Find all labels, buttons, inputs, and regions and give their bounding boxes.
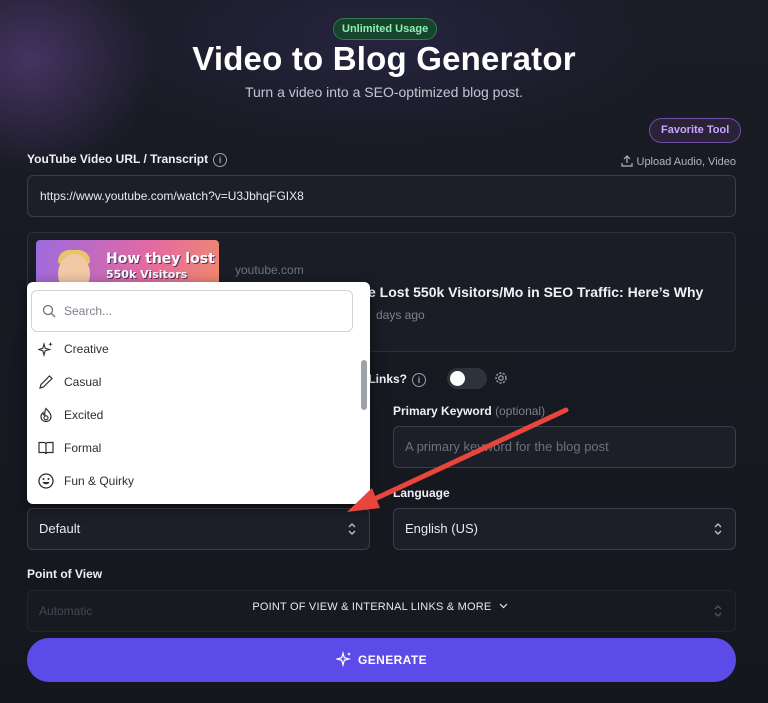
video-date: days ago <box>376 308 425 322</box>
sparkles-icon <box>334 651 352 668</box>
info-icon[interactable]: i <box>213 152 228 167</box>
video-url-input[interactable]: https://www.youtube.com/watch?v=U3JbhqFG… <box>27 175 736 217</box>
generate-label: GENERATE <box>358 653 427 667</box>
toggle-knob <box>450 371 465 386</box>
more-options-toggle[interactable]: POINT OF VIEW & INTERNAL LINKS & MORE <box>0 601 760 613</box>
language-label: Language <box>393 486 450 500</box>
pencil-icon <box>39 375 53 389</box>
primary-keyword-label: Primary Keyword (optional) <box>393 404 545 418</box>
gear-icon[interactable] <box>493 370 509 386</box>
video-title: e Lost 550k Visitors/Mo in SEO Traffic: … <box>368 284 704 300</box>
book-icon <box>38 441 54 455</box>
point-of-view-label: Point of View <box>27 567 103 581</box>
dropdown-scrollbar-thumb[interactable] <box>361 360 367 410</box>
internal-links-toggle[interactable] <box>447 368 487 389</box>
video-domain: youtube.com <box>235 263 304 277</box>
favorite-tool-button[interactable]: Favorite Tool <box>649 118 742 143</box>
tone-option-casual[interactable]: Casual <box>37 370 347 394</box>
upload-link-label: Upload Audio, Video <box>636 156 737 168</box>
tone-option-label: Excited <box>64 408 104 422</box>
chevron-updown-icon <box>348 523 356 535</box>
generate-button[interactable]: GENERATE <box>27 638 736 682</box>
tone-option-label: Fun & Quirky <box>64 474 135 488</box>
tone-option-label: Formal <box>64 441 102 455</box>
more-options-label: POINT OF VIEW & INTERNAL LINKS & MORE <box>252 601 492 613</box>
page-subtitle: Turn a video into a SEO-optimized blog p… <box>244 84 524 100</box>
tone-select-value: Default <box>39 521 81 536</box>
optional-label: (optional) <box>495 404 546 418</box>
tone-dropdown-menu: Search... Creative Casual Excited Formal… <box>27 282 370 504</box>
language-select-value: English (US) <box>405 521 478 536</box>
language-select[interactable]: English (US) <box>393 508 736 550</box>
upload-icon <box>620 155 633 167</box>
page-title: Video to Blog Generator <box>192 40 576 77</box>
chevron-down-icon <box>499 603 508 609</box>
search-icon <box>42 304 56 318</box>
flame-icon <box>40 407 52 423</box>
tone-option-label: Creative <box>64 342 109 356</box>
chevron-updown-icon <box>714 523 722 535</box>
url-field-label-text: YouTube Video URL / Transcript <box>27 152 209 166</box>
dropdown-search-input[interactable]: Search... <box>31 290 353 332</box>
tone-option-label: Casual <box>64 375 102 389</box>
dropdown-search-placeholder: Search... <box>64 304 113 318</box>
tone-option-fun-quirky[interactable]: Fun & Quirky <box>37 469 347 493</box>
upload-audio-video-link[interactable]: Upload Audio, Video <box>620 155 737 168</box>
thumbnail-text: How they lost <box>106 251 215 267</box>
tone-option-excited[interactable]: Excited <box>37 403 347 427</box>
tone-option-formal[interactable]: Formal <box>37 436 347 460</box>
tone-select[interactable]: Default <box>27 508 370 550</box>
primary-keyword-label-text: Primary Keyword <box>393 404 492 418</box>
tone-option-creative[interactable]: Creative <box>37 337 347 361</box>
primary-keyword-input[interactable]: A primary keyword for the blog post <box>393 426 736 468</box>
smile-icon <box>38 473 54 489</box>
unlimited-usage-badge: Unlimited Usage <box>333 18 438 40</box>
url-field-label: YouTube Video URL / Transcript i <box>27 152 228 167</box>
info-icon[interactable]: i <box>412 372 427 387</box>
sparkles-icon <box>38 341 53 357</box>
